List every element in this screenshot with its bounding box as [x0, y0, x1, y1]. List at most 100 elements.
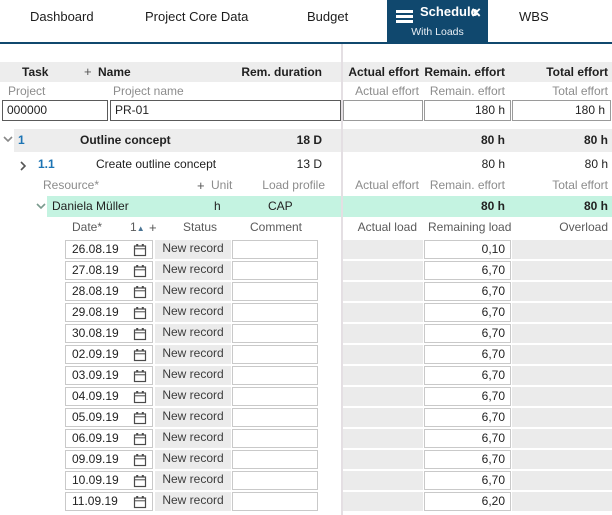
calendar-icon[interactable]: [133, 348, 147, 362]
sort-order-control[interactable]: 1▲: [130, 218, 145, 238]
comment-input[interactable]: [232, 387, 318, 406]
remaining-load-input[interactable]: 6,70: [424, 324, 511, 343]
load-row: 02.09.19 New record 6,70: [0, 344, 612, 365]
tab-budget[interactable]: Budget: [307, 0, 348, 42]
remaining-load-input[interactable]: 6,70: [424, 303, 511, 322]
actual-load-cell: [343, 345, 423, 364]
remaining-load-input[interactable]: 6,70: [424, 261, 511, 280]
project-id-input[interactable]: 000000: [2, 100, 108, 121]
add-load-column-button[interactable]: +: [149, 218, 157, 237]
sort-order-number: 1: [130, 220, 137, 234]
project-actual-effort-cell[interactable]: [343, 100, 423, 121]
calendar-icon[interactable]: [133, 369, 147, 383]
add-column-button[interactable]: +: [84, 62, 92, 82]
remaining-load-input[interactable]: 6,70: [424, 408, 511, 427]
comment-input[interactable]: [232, 492, 318, 511]
calendar-icon[interactable]: [133, 411, 147, 425]
chevron-down-icon[interactable]: [36, 203, 46, 210]
remaining-load-input[interactable]: 6,70: [424, 282, 511, 301]
calendar-icon[interactable]: [133, 243, 147, 257]
calendar-icon[interactable]: [133, 285, 147, 299]
remaining-load-input[interactable]: 6,20: [424, 492, 511, 511]
comment-input[interactable]: [232, 303, 318, 322]
calendar-icon[interactable]: [133, 327, 147, 341]
date-input[interactable]: 02.09.19: [65, 345, 153, 364]
remaining-load-input[interactable]: 6,70: [424, 366, 511, 385]
remaining-load-input[interactable]: 6,70: [424, 387, 511, 406]
comment-input[interactable]: [232, 429, 318, 448]
project-name-input[interactable]: PR-01: [110, 100, 341, 121]
calendar-icon[interactable]: [133, 264, 147, 278]
date-input[interactable]: 05.09.19: [65, 408, 153, 427]
add-resource-column-button[interactable]: +: [197, 176, 205, 195]
status-cell: New record: [155, 324, 231, 343]
task-table-header: Task + Name Rem. duration Actual effort …: [0, 62, 612, 82]
tab-schedule[interactable]: Schedule × With Loads: [387, 0, 488, 44]
date-input[interactable]: 06.09.19: [65, 429, 153, 448]
actual-load-cell: [343, 450, 423, 469]
comment-input[interactable]: [232, 471, 318, 490]
actual-load-cell: [343, 408, 423, 427]
comment-input[interactable]: [232, 240, 318, 259]
actual-load-cell: [343, 471, 423, 490]
project-subheader: Project Project name Actual effort Remai…: [0, 82, 612, 100]
date-input[interactable]: 11.09.19: [65, 492, 153, 511]
tab-project-core-data[interactable]: Project Core Data: [145, 0, 248, 42]
comment-input[interactable]: [232, 345, 318, 364]
hamburger-menu-icon[interactable]: [396, 10, 413, 23]
date-input[interactable]: 04.09.19: [65, 387, 153, 406]
remaining-load-input[interactable]: 6,70: [424, 429, 511, 448]
date-value: 02.09.19: [72, 347, 119, 361]
actual-load-cell: [343, 282, 423, 301]
date-input[interactable]: 27.08.19: [65, 261, 153, 280]
calendar-icon[interactable]: [133, 432, 147, 446]
load-row: 09.09.19 New record 6,70: [0, 449, 612, 470]
chevron-down-icon[interactable]: [3, 136, 13, 143]
calendar-icon[interactable]: [133, 390, 147, 404]
resource-unit: h: [214, 196, 221, 217]
resource-table-header: Resource* + Unit Load profile Actual eff…: [0, 176, 612, 195]
comment-input[interactable]: [232, 366, 318, 385]
comment-input[interactable]: [232, 450, 318, 469]
date-value: 27.08.19: [72, 263, 119, 277]
calendar-icon[interactable]: [133, 495, 147, 509]
col-load-profile: Load profile: [262, 176, 325, 195]
date-input[interactable]: 10.09.19: [65, 471, 153, 490]
date-input[interactable]: 30.08.19: [65, 324, 153, 343]
date-value: 04.09.19: [72, 389, 119, 403]
task-rem-duration: 18 D: [297, 129, 322, 152]
date-input[interactable]: 03.09.19: [65, 366, 153, 385]
project-total-effort-cell[interactable]: 180 h: [512, 100, 611, 121]
remaining-load-input[interactable]: 6,70: [424, 345, 511, 364]
project-remain-effort-cell[interactable]: 180 h: [424, 100, 511, 121]
date-input[interactable]: 28.08.19: [65, 282, 153, 301]
calendar-icon[interactable]: [133, 306, 147, 320]
date-value: 03.09.19: [72, 368, 119, 382]
remaining-load-input[interactable]: 0,10: [424, 240, 511, 259]
overload-cell: [512, 450, 612, 469]
status-cell: New record: [155, 240, 231, 259]
col-remaining-load: Remaining load: [428, 218, 511, 237]
date-input[interactable]: 26.08.19: [65, 240, 153, 259]
tab-wbs[interactable]: WBS: [519, 0, 549, 42]
date-input[interactable]: 29.08.19: [65, 303, 153, 322]
tab-dashboard[interactable]: Dashboard: [30, 0, 94, 42]
actual-load-cell: [343, 429, 423, 448]
comment-input[interactable]: [232, 261, 318, 280]
status-cell: New record: [155, 492, 231, 511]
comment-input[interactable]: [232, 408, 318, 427]
status-cell: New record: [155, 345, 231, 364]
date-input[interactable]: 09.09.19: [65, 450, 153, 469]
remaining-load-input[interactable]: 6,70: [424, 471, 511, 490]
chevron-right-icon[interactable]: [20, 161, 27, 171]
comment-input[interactable]: [232, 282, 318, 301]
remaining-load-input[interactable]: 6,70: [424, 450, 511, 469]
col-total-effort: Total effort: [552, 176, 608, 195]
load-row: 06.09.19 New record 6,70: [0, 428, 612, 449]
close-tab-icon[interactable]: ×: [471, 3, 481, 23]
calendar-icon[interactable]: [133, 474, 147, 488]
comment-input[interactable]: [232, 324, 318, 343]
task-total-effort: 80 h: [584, 129, 608, 152]
calendar-icon[interactable]: [133, 453, 147, 467]
col-status: Status: [183, 218, 217, 237]
